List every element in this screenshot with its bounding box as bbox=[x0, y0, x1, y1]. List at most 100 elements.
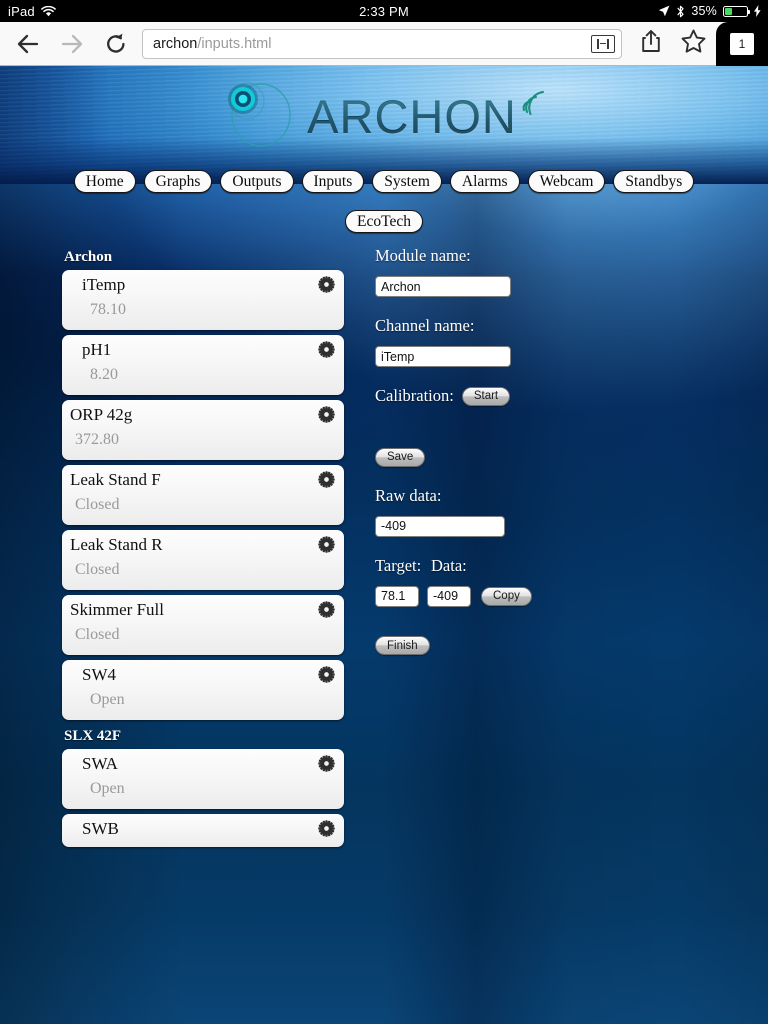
reload-icon bbox=[105, 33, 127, 55]
target-data-labels-row: Target: Data: bbox=[375, 556, 705, 576]
channel-name-label: Channel name: bbox=[375, 316, 475, 335]
finish-button[interactable]: Finish bbox=[375, 636, 430, 655]
bookmark-star-icon bbox=[681, 29, 706, 58]
wifi-signal-icon bbox=[521, 84, 547, 144]
channel-card[interactable]: Leak Stand R Closed bbox=[62, 530, 344, 590]
channel-card[interactable]: SWA Open bbox=[62, 749, 344, 809]
nav-item-label: EcoTech bbox=[357, 212, 411, 230]
channel-card[interactable]: Leak Stand F Closed bbox=[62, 465, 344, 525]
bookmark-button[interactable] bbox=[672, 22, 714, 66]
back-arrow-icon bbox=[16, 33, 40, 55]
status-bar-right: 35% bbox=[658, 4, 761, 18]
share-icon bbox=[641, 29, 661, 58]
channel-card-name: SWA bbox=[82, 754, 118, 773]
channel-group-header: SLX 42F bbox=[64, 728, 122, 744]
raw-data-label: Raw data: bbox=[375, 485, 442, 505]
channel-settings-form: Module name: Channel name: Calibration: … bbox=[375, 246, 705, 655]
forward-button[interactable] bbox=[50, 22, 94, 66]
channel-card[interactable]: ORP 42g 372.80 bbox=[62, 400, 344, 460]
nav-item-label: Inputs bbox=[313, 172, 353, 190]
channel-card-name: Skimmer Full bbox=[70, 600, 164, 619]
gear-icon[interactable] bbox=[318, 471, 335, 488]
channel-card[interactable]: iTemp 78.10 bbox=[62, 270, 344, 330]
web-page-content: ARCHON Home Graphs Outputs Inputs System Alar… bbox=[0, 66, 768, 1024]
gear-icon[interactable] bbox=[318, 666, 335, 683]
channel-card[interactable]: SWB bbox=[62, 814, 344, 847]
archon-circle-logo-icon bbox=[221, 79, 303, 149]
raw-data-input[interactable] bbox=[375, 515, 505, 537]
channel-card-value: 372.80 bbox=[75, 431, 119, 448]
channel-card-name: SWB bbox=[82, 819, 119, 838]
url-path: /inputs.html bbox=[197, 35, 272, 52]
calibration-start-button[interactable]: Start bbox=[461, 386, 511, 406]
nav-item-label: Graphs bbox=[155, 172, 201, 190]
calibration-row: Calibration: Start bbox=[375, 386, 705, 406]
gear-icon[interactable] bbox=[318, 276, 335, 293]
channel-card[interactable]: Skimmer Full Closed bbox=[62, 595, 344, 655]
nav-item-graphs[interactable]: Graphs bbox=[143, 170, 213, 193]
nav-item-system[interactable]: System bbox=[372, 170, 442, 193]
channel-card-name: Leak Stand R bbox=[70, 535, 163, 554]
nav-item-webcam[interactable]: Webcam bbox=[527, 170, 606, 193]
share-button[interactable] bbox=[630, 22, 672, 66]
location-arrow-icon bbox=[658, 5, 670, 17]
archon-logo: ARCHON bbox=[0, 78, 768, 150]
forward-arrow-icon bbox=[60, 33, 84, 55]
module-name-input[interactable] bbox=[375, 276, 511, 297]
gear-icon[interactable] bbox=[318, 536, 335, 553]
ios-status-bar: iPad 2:33 PM 35% bbox=[0, 0, 768, 22]
main-navigation-row-2: EcoTech bbox=[0, 210, 768, 233]
bluetooth-icon bbox=[676, 5, 685, 18]
reader-view-icon[interactable] bbox=[591, 34, 615, 53]
channel-card-value: Closed bbox=[75, 561, 120, 578]
nav-item-outputs[interactable]: Outputs bbox=[220, 170, 294, 193]
gear-icon[interactable] bbox=[318, 601, 335, 618]
channel-card-value: 78.10 bbox=[90, 301, 126, 318]
url-text: archon/inputs.html bbox=[153, 36, 591, 52]
ipad-safari-screen: iPad 2:33 PM 35% archon/inputs.html 1 AR… bbox=[0, 0, 768, 1024]
channel-card-value: 8.20 bbox=[90, 366, 118, 383]
channel-list: Archon iTemp 78.10 pH1 8.20 ORP 42g 372.80 Leak… bbox=[62, 246, 344, 847]
channel-card-name: SW4 bbox=[82, 665, 116, 684]
channel-group-header: Archon bbox=[64, 249, 113, 265]
data-label: Data: bbox=[431, 555, 467, 575]
channel-card-value: Closed bbox=[75, 496, 120, 513]
gear-icon[interactable] bbox=[318, 341, 335, 358]
save-button[interactable]: Save bbox=[375, 447, 426, 467]
data-value-input[interactable] bbox=[427, 585, 471, 607]
channel-card-value: Open bbox=[90, 780, 125, 797]
channel-card-value: Open bbox=[90, 691, 125, 708]
back-button[interactable] bbox=[6, 22, 50, 66]
nav-item-label: Outputs bbox=[232, 172, 282, 190]
target-value-input[interactable] bbox=[375, 585, 419, 607]
gear-icon[interactable] bbox=[318, 406, 335, 423]
gear-icon[interactable] bbox=[318, 820, 335, 837]
copy-button[interactable]: Copy bbox=[481, 586, 532, 606]
charging-bolt-icon bbox=[754, 5, 761, 17]
channel-card-value: Closed bbox=[75, 626, 120, 643]
nav-item-standbys[interactable]: Standbys bbox=[613, 170, 695, 193]
tab-count-button[interactable]: 1 bbox=[716, 21, 768, 66]
channel-card-name: ORP 42g bbox=[70, 405, 133, 424]
tab-count-label: 1 bbox=[730, 32, 754, 55]
channel-card[interactable]: SW4 Open bbox=[62, 660, 344, 720]
channel-card[interactable]: pH1 8.20 bbox=[62, 335, 344, 395]
battery-icon bbox=[723, 5, 750, 17]
target-label: Target: bbox=[375, 555, 422, 575]
nav-item-inputs[interactable]: Inputs bbox=[301, 170, 365, 193]
nav-item-label: Standbys bbox=[625, 172, 683, 190]
address-bar[interactable]: archon/inputs.html bbox=[142, 28, 622, 59]
nav-item-home[interactable]: Home bbox=[73, 170, 136, 193]
main-navigation-row-1: Home Graphs Outputs Inputs System Alarms Webca… bbox=[0, 170, 768, 193]
nav-item-alarms[interactable]: Alarms bbox=[449, 170, 520, 193]
gear-icon[interactable] bbox=[318, 755, 335, 772]
nav-item-ecotech[interactable]: EcoTech bbox=[345, 210, 423, 233]
reload-button[interactable] bbox=[94, 22, 138, 66]
module-name-label: Module name: bbox=[375, 246, 471, 265]
calibration-label: Calibration: bbox=[375, 386, 454, 405]
channel-name-input[interactable] bbox=[375, 346, 511, 367]
nav-item-label: Alarms bbox=[461, 172, 508, 190]
nav-item-label: Home bbox=[85, 172, 124, 190]
status-bar-clock: 2:33 PM bbox=[359, 3, 409, 19]
channel-card-name: Leak Stand F bbox=[70, 470, 161, 489]
